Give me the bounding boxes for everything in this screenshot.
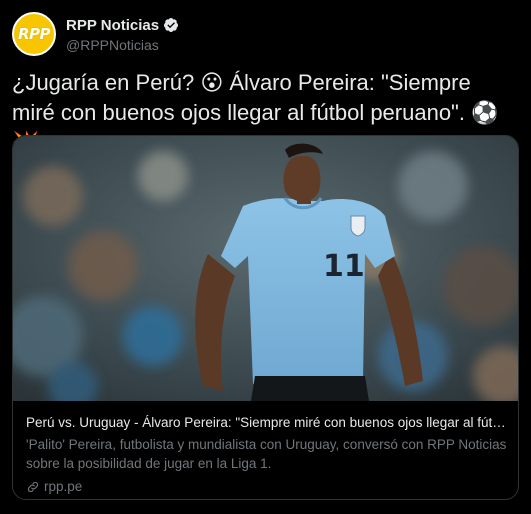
jersey-number: 11 xyxy=(323,249,365,284)
link-card[interactable]: 11 Perú vs. Uruguay - Álvaro Pereira: "S… xyxy=(12,135,519,500)
link-icon xyxy=(27,481,39,492)
display-name[interactable]: RPP Noticias xyxy=(66,17,159,34)
tweet[interactable]: RPP RPP Noticias @RPPNoticias ¿Jugaría e… xyxy=(0,0,531,514)
player-photo-image[interactable]: 11 xyxy=(13,136,519,401)
display-name-row: RPP Noticias xyxy=(66,15,179,35)
card-domain-row[interactable]: rpp.pe xyxy=(26,479,507,494)
card-domain: rpp.pe xyxy=(44,479,83,494)
author-info: RPP Noticias @RPPNoticias xyxy=(66,15,179,53)
card-description: 'Palito' Pereira, futbolista y mundialis… xyxy=(26,437,507,471)
verified-badge-icon xyxy=(164,18,179,32)
handle[interactable]: @RPPNoticias xyxy=(66,37,179,53)
card-text: Perú vs. Uruguay - Álvaro Pereira: "Siem… xyxy=(13,402,518,494)
avatar-logo-text: RPP xyxy=(17,25,51,43)
card-title[interactable]: Perú vs. Uruguay - Álvaro Pereira: "Siem… xyxy=(26,414,507,432)
avatar[interactable]: RPP xyxy=(12,12,56,56)
tweet-header: RPP RPP Noticias @RPPNoticias xyxy=(12,12,512,60)
